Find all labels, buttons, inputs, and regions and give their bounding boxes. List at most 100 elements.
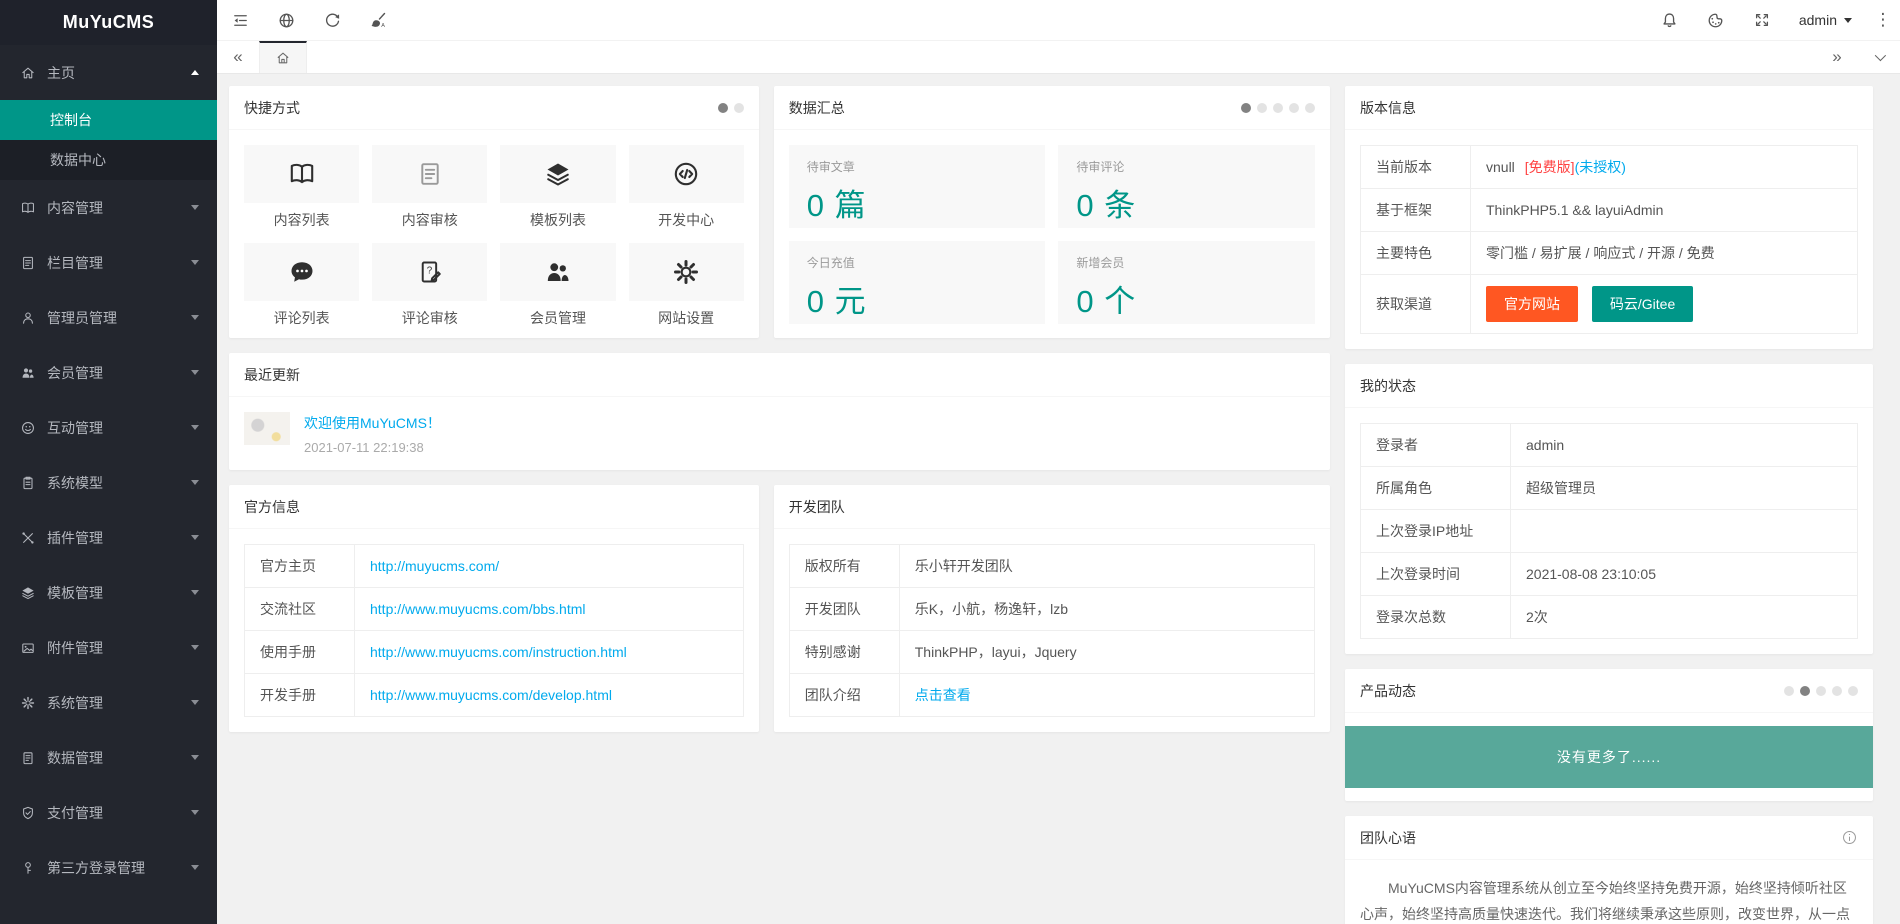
- globe-icon: [277, 11, 296, 30]
- table-row: 当前版本 vnull[免费版](未授权): [1361, 146, 1858, 189]
- card-title: 官方信息: [244, 497, 744, 517]
- sidebar-item-plugins[interactable]: 插件管理: [0, 510, 217, 565]
- shortcut-dev-center[interactable]: 开发中心: [629, 145, 744, 230]
- top-header: A admin ⋮: [217, 0, 1900, 41]
- sidebar-item-admins[interactable]: 管理员管理: [0, 290, 217, 345]
- tabs-menu-button[interactable]: [1858, 41, 1900, 73]
- table-row: 上次登录IP地址: [1361, 510, 1858, 553]
- user-menu[interactable]: admin: [1785, 0, 1866, 40]
- sidebar-item-interaction[interactable]: 互动管理: [0, 400, 217, 455]
- shortcut-template-list[interactable]: 模板列表: [500, 145, 615, 230]
- sidebar-item-column[interactable]: 栏目管理: [0, 235, 217, 290]
- sidebar-item-data[interactable]: 数据管理: [0, 730, 217, 785]
- carousel-dot[interactable]: [1848, 686, 1858, 696]
- person-icon: [20, 310, 36, 326]
- table-row: 登录者admin: [1361, 424, 1858, 467]
- carousel-dot[interactable]: [1257, 103, 1267, 113]
- card-shortcuts: 快捷方式 内容列表: [229, 86, 759, 338]
- refresh-button[interactable]: [309, 0, 355, 40]
- news-banner[interactable]: 没有更多了......: [1345, 726, 1873, 788]
- carousel-dot[interactable]: [1816, 686, 1826, 696]
- refresh-icon: [323, 11, 342, 30]
- document-list-icon: [20, 255, 36, 271]
- sidebar-item-thirdparty[interactable]: 第三方登录管理: [0, 840, 217, 895]
- table-row: 开发团队乐K，小航，杨逸轩，lzb: [789, 588, 1314, 631]
- chevron-down-icon: [191, 260, 199, 265]
- appearance-button[interactable]: [1693, 0, 1739, 40]
- sidebar-item-members[interactable]: 会员管理: [0, 345, 217, 400]
- fullscreen-button[interactable]: [1739, 0, 1785, 40]
- official-info-table: 官方主页http://muyucms.com/ 交流社区http://www.m…: [244, 544, 744, 717]
- people-icon: [20, 365, 36, 381]
- gitee-button[interactable]: 码云/Gitee: [1592, 286, 1693, 322]
- unauthorized-link[interactable]: (未授权): [1575, 159, 1626, 175]
- shield-check-icon: [20, 805, 36, 821]
- chevron-down-icon: [191, 700, 199, 705]
- sidebar-item-templates[interactable]: 模板管理: [0, 565, 217, 620]
- card-product-news: 产品动态 没有更多了......: [1345, 669, 1873, 801]
- carousel-dot[interactable]: [734, 103, 744, 113]
- carousel-dot[interactable]: [1800, 686, 1810, 696]
- recent-update-item[interactable]: 欢迎使用MuYuCMS！ 2021-07-11 22:19:38: [229, 397, 1330, 470]
- sidebar-item-models[interactable]: 系统模型: [0, 455, 217, 510]
- table-row: 所属角色超级管理员: [1361, 467, 1858, 510]
- smiley-icon: [20, 420, 36, 436]
- fullscreen-icon: [1753, 11, 1771, 29]
- carousel-dots: [718, 103, 744, 113]
- sidebar-item-attachments[interactable]: 附件管理: [0, 620, 217, 675]
- official-site-button[interactable]: 官方网站: [1486, 286, 1578, 322]
- article-link[interactable]: 欢迎使用MuYuCMS！: [304, 413, 441, 433]
- manual-link[interactable]: http://www.muyucms.com/instruction.html: [370, 644, 627, 660]
- carousel-dot[interactable]: [1832, 686, 1842, 696]
- sidebar-item-content[interactable]: 内容管理: [0, 180, 217, 235]
- info-icon[interactable]: [1841, 829, 1858, 846]
- brush-icon: A: [368, 10, 388, 30]
- stat-today-recharge: 今日充值 0 元: [789, 241, 1046, 324]
- carousel-dot[interactable]: [718, 103, 728, 113]
- team-intro-link[interactable]: 点击查看: [915, 687, 971, 703]
- official-home-link[interactable]: http://muyucms.com/: [370, 558, 499, 574]
- document-question-icon: ?: [416, 258, 444, 286]
- chevron-up-icon: [191, 70, 199, 75]
- chevron-down-icon: [191, 425, 199, 430]
- sidebar-item-console[interactable]: 控制台: [0, 100, 217, 140]
- chevron-down-icon: [1875, 50, 1886, 61]
- community-link[interactable]: http://www.muyucms.com/bbs.html: [370, 601, 586, 617]
- carousel-dot[interactable]: [1305, 103, 1315, 113]
- sidebar-item-system[interactable]: 系统管理: [0, 675, 217, 730]
- carousel-dot[interactable]: [1273, 103, 1283, 113]
- shortcut-comment-review[interactable]: ? 评论审核: [372, 243, 487, 328]
- people-icon: [543, 257, 573, 287]
- carousel-dot[interactable]: [1241, 103, 1251, 113]
- sidebar-item-payment[interactable]: 支付管理: [0, 785, 217, 840]
- kebab-icon: ⋮: [1875, 10, 1892, 29]
- dev-manual-link[interactable]: http://www.muyucms.com/develop.html: [370, 687, 612, 703]
- card-title: 版本信息: [1360, 98, 1858, 118]
- card-title: 开发团队: [789, 497, 1315, 517]
- version-info-table: 当前版本 vnull[免费版](未授权) 基于框架ThinkPHP5.1 && …: [1360, 145, 1858, 334]
- notifications-button[interactable]: [1647, 0, 1693, 40]
- table-row: 基于框架ThinkPHP5.1 && layuiAdmin: [1361, 189, 1858, 232]
- shortcut-content-list[interactable]: 内容列表: [244, 145, 359, 230]
- carousel-dot[interactable]: [1784, 686, 1794, 696]
- bell-icon: [1660, 11, 1679, 30]
- shortcut-site-settings[interactable]: 网站设置: [629, 243, 744, 328]
- more-menu-button[interactable]: ⋮: [1866, 10, 1900, 30]
- card-title: 我的状态: [1360, 376, 1858, 396]
- sidebar-item-datacenter[interactable]: 数据中心: [0, 140, 217, 180]
- shortcut-member-manage[interactable]: 会员管理: [500, 243, 615, 328]
- carousel-dot[interactable]: [1289, 103, 1299, 113]
- tabs-scroll-right-button[interactable]: »: [1816, 41, 1858, 73]
- shortcut-content-review[interactable]: 内容审核: [372, 145, 487, 230]
- collapse-sidebar-button[interactable]: [217, 0, 263, 40]
- svg-text:A: A: [381, 23, 385, 29]
- tab-home[interactable]: [259, 41, 307, 73]
- outdent-icon: [231, 11, 250, 30]
- chevron-down-icon: [191, 315, 199, 320]
- tabs-scroll-left-button[interactable]: «: [217, 41, 259, 73]
- sidebar-item-home[interactable]: 主页: [0, 45, 217, 100]
- theme-button[interactable]: A: [355, 0, 401, 40]
- site-home-button[interactable]: [263, 0, 309, 40]
- chevron-down-icon: [1844, 18, 1852, 23]
- shortcut-comment-list[interactable]: 评论列表: [244, 243, 359, 328]
